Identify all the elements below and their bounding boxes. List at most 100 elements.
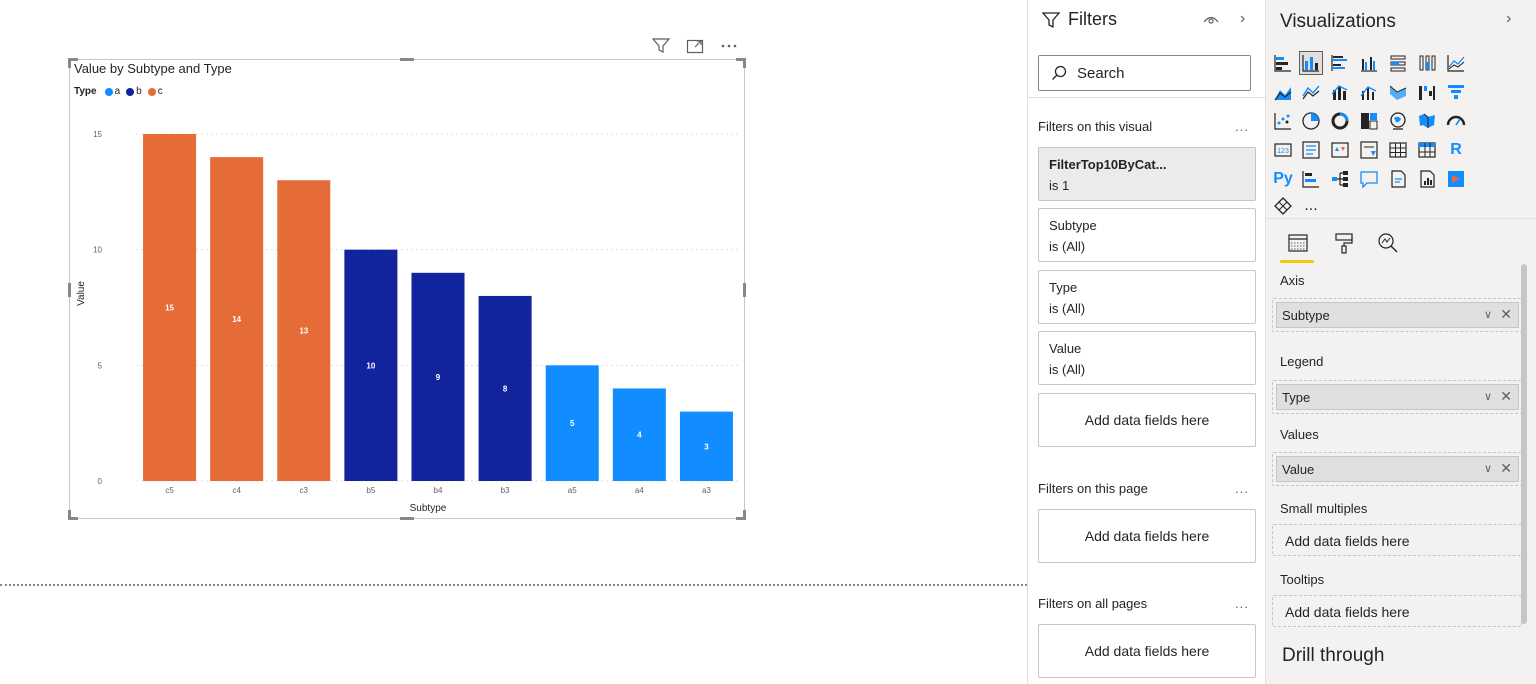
tooltips-well-label: Tooltips [1280,572,1325,587]
python-visual-icon[interactable]: Py [1272,168,1294,190]
more-options-icon[interactable]: ... [1235,596,1249,611]
selected-tab-indicator [1280,260,1314,263]
values-well[interactable]: Value ∨ ✕ [1272,452,1522,486]
focus-mode-icon[interactable] [684,36,706,56]
card-icon[interactable]: 123 [1272,139,1294,161]
ribbon-chart-icon[interactable] [1387,81,1409,103]
collapse-visualizations-icon[interactable]: › [1506,10,1511,28]
format-paint-roller-icon[interactable] [1328,228,1360,258]
x-tick-label: b3 [501,486,510,495]
smart-narrative-icon[interactable] [1387,168,1409,190]
x-tick-label: a3 [702,486,711,495]
waterfall-chart-icon[interactable] [1416,81,1438,103]
resize-handle[interactable] [743,58,746,68]
stacked-column-chart-icon[interactable] [1299,51,1323,75]
legend-item-a[interactable]: a [104,86,120,97]
axis-well-label: Axis [1280,273,1305,288]
close-icon[interactable]: ✕ [1500,460,1512,477]
svg-text:123: 123 [1277,148,1289,155]
legend-item-c[interactable]: c [147,86,163,97]
legend-well[interactable]: Type ∨ ✕ [1272,380,1522,414]
slicer-icon[interactable] [1358,139,1380,161]
filled-map-icon[interactable] [1416,110,1438,132]
funnel-chart-icon[interactable] [1445,81,1467,103]
y-tick-label: 0 [98,477,103,486]
visual-header [650,36,750,56]
close-icon[interactable]: ✕ [1500,388,1512,405]
100-stacked-bar-chart-icon[interactable] [1387,52,1409,74]
chevron-down-icon[interactable]: ∨ [1484,390,1492,403]
power-apps-icon[interactable] [1445,168,1467,190]
resize-handle[interactable] [743,510,746,520]
stacked-bar-chart-icon[interactable] [1272,52,1294,74]
search-icon [1052,65,1067,80]
visualizations-title: Visualizations [1280,11,1396,32]
y-axis-title: Value [76,281,87,306]
qa-visual-icon[interactable] [1358,168,1380,190]
stacked-area-chart-icon[interactable] [1300,81,1322,103]
chevron-down-icon[interactable]: ∨ [1484,308,1492,321]
decomposition-tree-icon[interactable] [1329,168,1351,190]
scrollbar[interactable] [1521,264,1527,624]
values-field-pill[interactable]: Value ∨ ✕ [1276,456,1519,482]
pie-chart-icon[interactable] [1300,110,1322,132]
table-icon[interactable] [1387,139,1409,161]
tooltips-well[interactable]: Add data fields here [1272,595,1522,627]
more-options-icon[interactable]: ... [1235,481,1249,496]
100-stacked-column-chart-icon[interactable] [1416,52,1438,74]
map-icon[interactable] [1387,110,1409,132]
add-report-filter-field[interactable]: Add data fields here [1038,624,1256,678]
legend-field-pill[interactable]: Type ∨ ✕ [1276,384,1519,410]
more-visuals-icon[interactable]: ... [1300,195,1322,217]
matrix-icon[interactable] [1416,139,1438,161]
data-label: 15 [165,304,174,313]
more-options-icon[interactable] [718,36,740,56]
data-label: 9 [436,373,441,382]
collapse-filters-icon[interactable]: › [1240,10,1245,28]
line-chart-icon[interactable] [1445,52,1467,74]
resize-handle[interactable] [68,58,71,68]
key-influencers-icon[interactable] [1300,168,1322,190]
eye-icon[interactable] [1202,11,1220,27]
clustered-column-chart-icon[interactable] [1358,52,1380,74]
resize-handle[interactable] [743,283,746,297]
shape-map-icon[interactable] [1445,110,1467,132]
axis-field-pill[interactable]: Subtype ∨ ✕ [1276,302,1519,328]
kpi-icon[interactable] [1329,139,1351,161]
resize-handle[interactable] [400,58,414,61]
more-options-icon[interactable]: ... [1235,119,1249,134]
filters-pane: Filters › Search Filters on this visual … [1027,0,1266,684]
x-tick-label: c4 [232,486,241,495]
axis-well[interactable]: Subtype ∨ ✕ [1272,298,1522,332]
donut-chart-icon[interactable] [1329,110,1351,132]
add-page-filter-field[interactable]: Add data fields here [1038,509,1256,563]
scatter-chart-icon[interactable] [1272,110,1294,132]
line-and-stacked-column-icon[interactable] [1329,81,1351,103]
analytics-magnifier-icon[interactable] [1372,228,1404,258]
multi-row-card-icon[interactable] [1300,139,1322,161]
power-automate-icon[interactable] [1272,195,1294,217]
area-chart-icon[interactable] [1272,81,1294,103]
line-and-clustered-column-icon[interactable] [1358,81,1380,103]
add-visual-filter-field[interactable]: Add data fields here [1038,393,1256,447]
filter-icon[interactable] [650,36,672,56]
legend-title: Type [74,86,97,97]
report-canvas[interactable]: Value by Subtype and Type Type a b c 0 5 1… [0,0,1027,684]
filters-search-input[interactable]: Search [1038,55,1251,91]
paginated-report-icon[interactable] [1416,168,1438,190]
data-label: 4 [637,431,642,440]
close-icon[interactable]: ✕ [1500,306,1512,323]
drill-through-title: Drill through [1282,645,1385,666]
filter-card-value[interactable]: Value is (All) [1038,331,1256,385]
legend-item-b[interactable]: b [126,86,142,97]
chevron-down-icon[interactable]: ∨ [1484,462,1492,475]
filter-card-subtype[interactable]: Subtype is (All) [1038,208,1256,262]
filter-card-top10[interactable]: FilterTop10ByCat... is 1 [1038,147,1256,201]
treemap-icon[interactable] [1358,110,1380,132]
small-multiples-well[interactable]: Add data fields here [1272,524,1522,556]
r-visual-icon[interactable]: R [1445,139,1467,161]
clustered-bar-chart-icon[interactable] [1329,52,1351,74]
fields-tab-icon[interactable] [1282,228,1314,258]
small-multiples-well-label: Small multiples [1280,501,1368,516]
filter-card-type[interactable]: Type is (All) [1038,270,1256,324]
